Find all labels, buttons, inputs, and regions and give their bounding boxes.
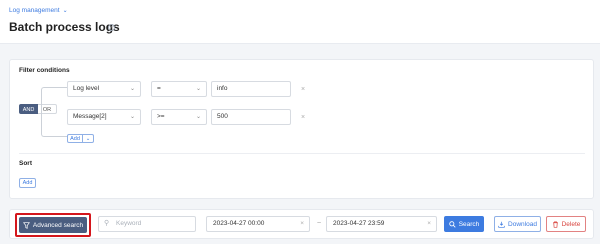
page-header: Log management ⌄ Batch process logs ? (0, 0, 600, 44)
keyword-placeholder: Keyword (116, 220, 142, 227)
chevron-down-icon: ⌄ (195, 86, 201, 92)
operator-select[interactable]: = ⌄ (151, 81, 207, 97)
filter-icon (22, 221, 30, 229)
end-date-input[interactable]: 2023-04-27 23:59 × (326, 216, 437, 232)
condition-group-bracket (41, 87, 67, 137)
delete-button[interactable]: Delete (546, 216, 586, 232)
search-label: Search (458, 220, 480, 228)
search-toolbar: Advanced search ⚲ Keyword 2023-04-27 00:… (9, 209, 594, 239)
keyword-input[interactable]: ⚲ Keyword (98, 216, 196, 232)
delete-label: Delete (561, 220, 581, 228)
operator-select-value: = (157, 85, 161, 92)
start-date-value: 2023-04-27 00:00 (213, 220, 265, 227)
value-input[interactable]: 500 (211, 109, 291, 125)
clear-icon[interactable]: × (300, 217, 304, 231)
advanced-search-highlight: Advanced search (15, 213, 91, 237)
filter-conditions-label: Filter conditions (19, 67, 70, 74)
chevron-down-icon[interactable]: ⌄ (63, 7, 68, 14)
add-condition-button[interactable]: Add (67, 134, 83, 143)
sort-label: Sort (19, 160, 32, 167)
download-icon (498, 221, 505, 228)
help-icon[interactable]: ? (108, 24, 115, 31)
search-button[interactable]: Search (444, 216, 484, 232)
end-date-value: 2023-04-27 23:59 (333, 220, 385, 227)
add-condition-group: Add ⌄ (67, 134, 94, 143)
chevron-down-icon: ⌄ (129, 86, 135, 92)
trash-icon (552, 220, 558, 228)
chevron-down-icon: ⌄ (195, 114, 201, 120)
condition-row: Message[2] ⌄ >= ⌄ 500 × (67, 109, 305, 125)
download-button[interactable]: Download (494, 216, 541, 232)
field-select[interactable]: Log level ⌄ (67, 81, 141, 97)
operator-select[interactable]: >= ⌄ (151, 109, 207, 125)
field-select[interactable]: Message[2] ⌄ (67, 109, 141, 125)
chevron-down-icon: ⌄ (129, 114, 135, 120)
page-title: Batch process logs (9, 20, 120, 34)
filter-panel: Filter conditions AND OR Log level ⌄ = ⌄… (9, 59, 594, 199)
remove-condition-icon[interactable]: × (301, 86, 305, 93)
advanced-search-button[interactable]: Advanced search (19, 217, 87, 233)
download-label: Download (508, 220, 537, 228)
value-input[interactable]: info (211, 81, 291, 97)
chevron-down-icon[interactable]: ⌄ (83, 134, 94, 143)
search-icon (448, 220, 456, 228)
breadcrumb[interactable]: Log management ⌄ (9, 7, 68, 14)
breadcrumb-label[interactable]: Log management (9, 7, 60, 14)
section-divider (19, 153, 585, 154)
remove-condition-icon[interactable]: × (301, 114, 305, 121)
condition-row: Log level ⌄ = ⌄ info × (67, 81, 305, 97)
field-select-value: Message[2] (73, 113, 107, 120)
advanced-search-label: Advanced search (32, 221, 84, 229)
range-separator: ~ (317, 220, 322, 227)
logic-and-button[interactable]: AND (19, 104, 38, 114)
add-sort-button[interactable]: Add (19, 178, 36, 188)
search-icon: ⚲ (104, 220, 110, 227)
clear-icon[interactable]: × (427, 217, 431, 231)
operator-select-value: >= (157, 113, 165, 120)
field-select-value: Log level (73, 85, 100, 92)
start-date-input[interactable]: 2023-04-27 00:00 × (206, 216, 310, 232)
